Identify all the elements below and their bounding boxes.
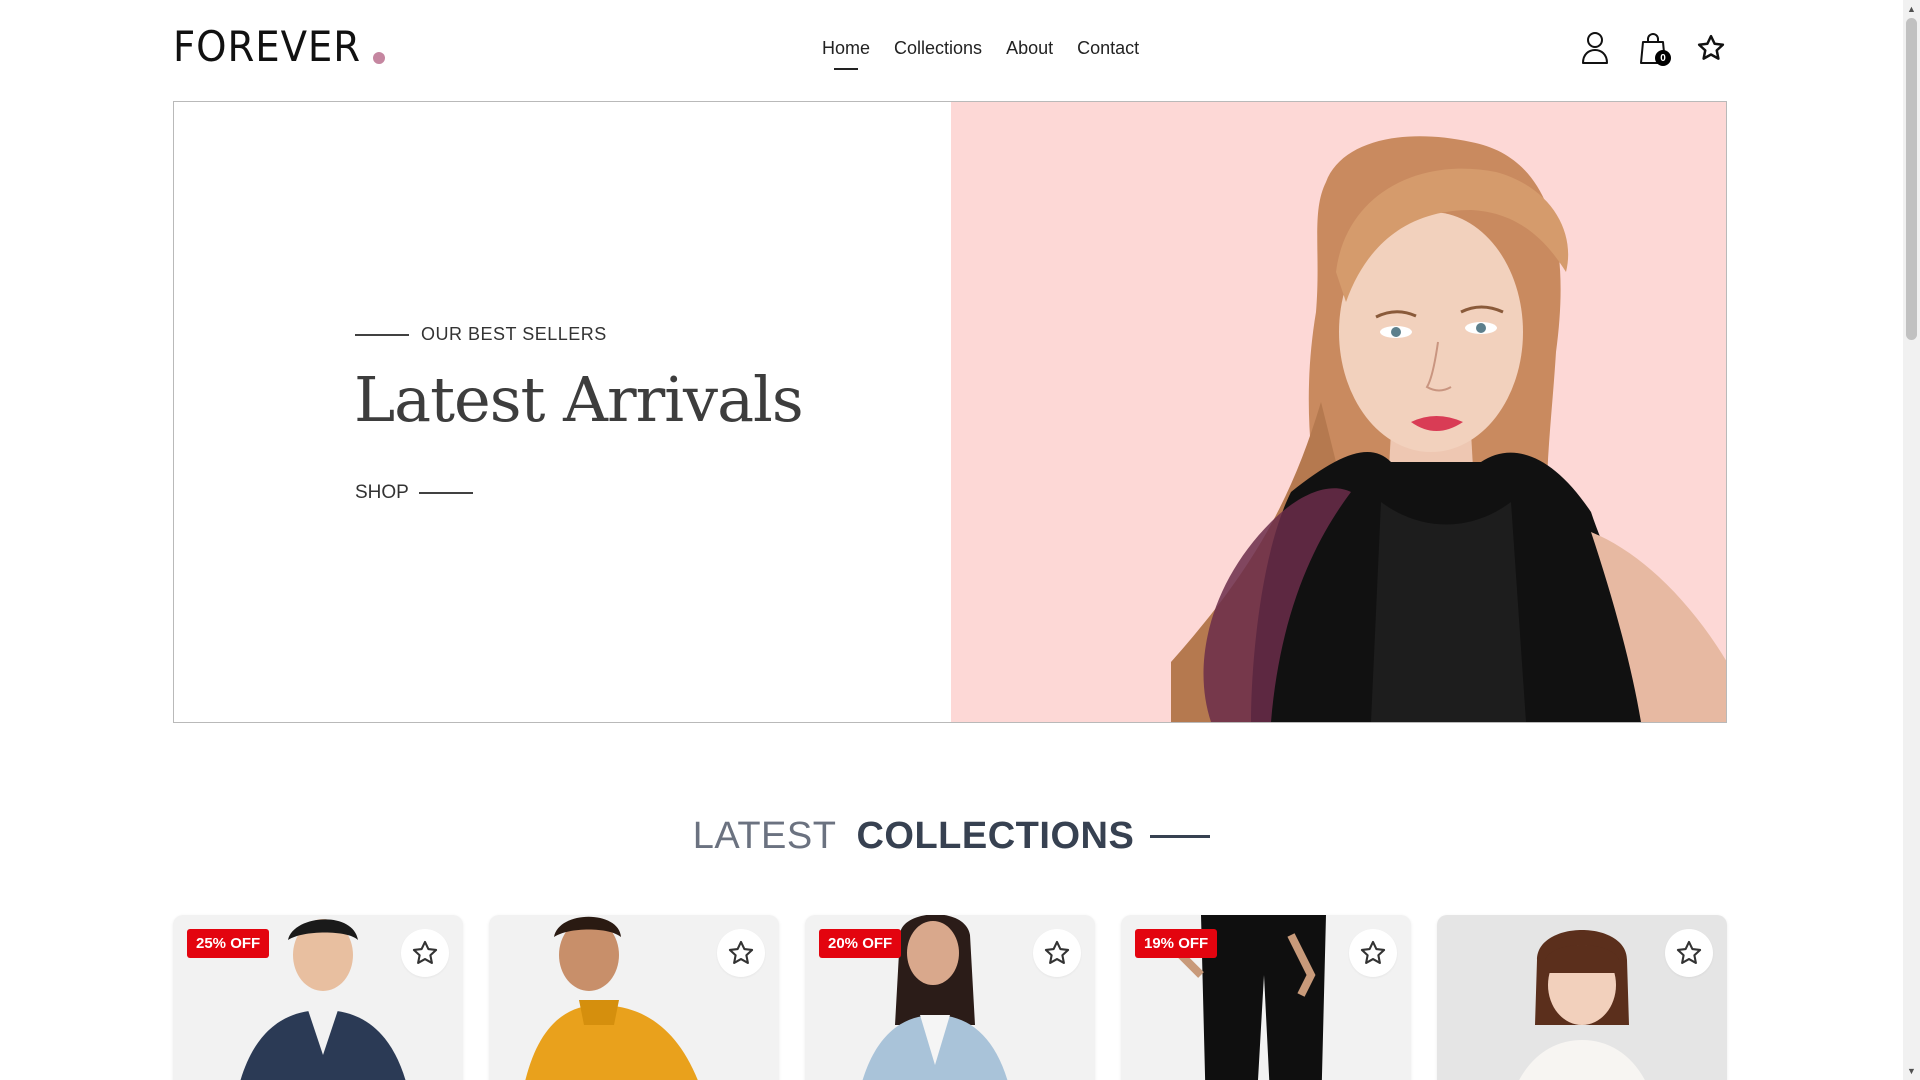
star-icon[interactable] (717, 929, 765, 977)
model-portrait-illustration (1171, 136, 1726, 722)
product-card[interactable]: 20% OFF (805, 915, 1095, 1080)
nav-item-about[interactable]: About (994, 36, 1065, 60)
section-heading: LATEST COLLECTIONS (0, 815, 1903, 858)
shop-link-text: SHOP (355, 482, 409, 503)
divider-line (418, 492, 473, 494)
hero-banner: OUR BEST SELLERS Latest Arrivals SHOP (173, 101, 1727, 723)
scrollbar-thumb[interactable] (1906, 18, 1917, 340)
product-card[interactable]: 19% OFF (1121, 915, 1411, 1080)
section-title-light: LATEST (692, 815, 837, 857)
header-actions: 0 (1579, 30, 1727, 66)
user-icon[interactable] (1579, 30, 1611, 66)
star-icon[interactable] (1665, 929, 1713, 977)
nav-item-collections[interactable]: Collections (882, 36, 994, 60)
scroll-down-arrow-icon[interactable]: ▼ (1906, 1064, 1917, 1078)
product-card[interactable] (1437, 915, 1727, 1080)
product-card[interactable] (489, 915, 779, 1080)
star-icon[interactable] (1349, 929, 1397, 977)
hero-eyebrow-text: OUR BEST SELLERS (421, 324, 607, 344)
page: FOREVER Home Collections About Contact 0… (0, 0, 1903, 1080)
hero-image (951, 102, 1726, 722)
star-icon[interactable] (1033, 929, 1081, 977)
logo-text: FOREVER (173, 22, 362, 71)
section-title-bold: COLLECTIONS (856, 815, 1135, 857)
page-scrollbar[interactable]: ▲ ▼ (1903, 0, 1920, 1080)
product-grid: 25% OFF 20% OFF 19% OFF (173, 915, 1727, 1080)
discount-badge: 25% OFF (187, 929, 270, 958)
divider-line (1150, 835, 1211, 838)
nav-item-home[interactable]: Home (810, 36, 882, 60)
hero-title: Latest Arrivals (354, 363, 804, 436)
star-icon[interactable] (401, 929, 449, 977)
site-header: FOREVER Home Collections About Contact 0 (173, 0, 1727, 100)
shopping-bag-icon[interactable]: 0 (1637, 30, 1671, 66)
discount-badge: 19% OFF (1135, 929, 1218, 958)
main-nav: Home Collections About Contact (810, 36, 1151, 60)
nav-item-contact[interactable]: Contact (1065, 36, 1151, 60)
divider-line (355, 333, 409, 336)
discount-badge: 20% OFF (819, 929, 902, 958)
logo-dot (373, 52, 386, 64)
star-icon[interactable] (1695, 30, 1727, 66)
hero-eyebrow: OUR BEST SELLERS (355, 324, 607, 345)
scroll-up-arrow-icon[interactable]: ▲ (1906, 2, 1917, 16)
shop-now-link[interactable]: SHOP (355, 482, 473, 504)
brand-logo[interactable]: FOREVER (173, 22, 386, 72)
cart-count-badge: 0 (1655, 50, 1671, 66)
product-card[interactable]: 25% OFF (173, 915, 463, 1080)
hero-text-panel: OUR BEST SELLERS Latest Arrivals SHOP (174, 102, 951, 722)
